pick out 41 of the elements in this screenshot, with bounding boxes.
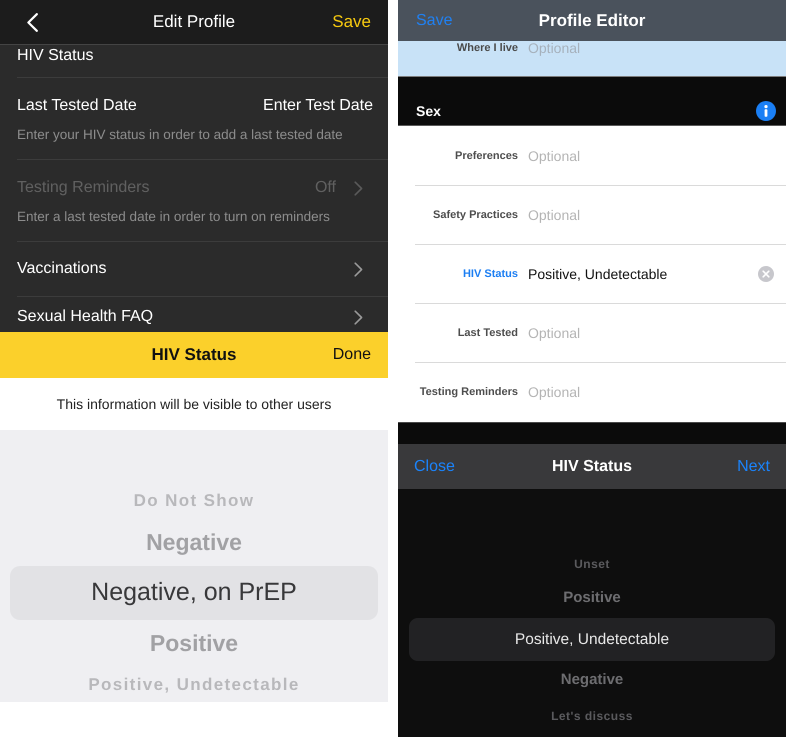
row-label: Sexual Health FAQ: [17, 308, 154, 326]
done-button[interactable]: Done: [332, 343, 371, 367]
sheet-title: HIV Status: [151, 344, 237, 366]
next-button[interactable]: Next: [737, 454, 770, 478]
input-field[interactable]: Positive, Undetectable: [528, 264, 668, 284]
picker-option[interactable]: Unset: [574, 554, 610, 572]
field-label: Where I live: [456, 41, 518, 55]
row-label: HIV Status: [17, 47, 94, 65]
picker-option[interactable]: Negative: [146, 525, 242, 560]
picker-option[interactable]: Positive: [150, 626, 238, 661]
input-field[interactable]: Optional: [528, 382, 580, 402]
notice-text: This information will be visible to other users: [56, 394, 332, 414]
input-field[interactable]: Optional: [528, 41, 580, 55]
save-button[interactable]: Save: [332, 9, 371, 35]
picker-option[interactable]: Let's discuss: [551, 706, 633, 724]
row-value: Enter Test Date: [263, 97, 373, 115]
input-field[interactable]: Optional: [528, 146, 580, 166]
row-description: Enter your HIV status in order to add a last tested date: [17, 126, 343, 143]
picker-option[interactable]: Negative: [560, 669, 624, 692]
field-label: Last Tested: [458, 326, 518, 341]
close-button[interactable]: Close: [414, 454, 455, 478]
picker-option[interactable]: Positive, Undetectable: [409, 618, 775, 661]
input-field[interactable]: Optional: [528, 204, 580, 226]
picker-wheel[interactable]: Unset Positive Positive, Undetectable Negative Let's discuss: [398, 489, 786, 737]
field-label: Testing Reminders: [420, 384, 518, 400]
field-label: Safety Practices: [433, 208, 518, 223]
nav-title: Edit Profile: [152, 11, 236, 34]
row-label: Vaccinations: [17, 260, 107, 278]
section-title: Sex: [416, 102, 441, 120]
field-label: Preferences: [455, 148, 518, 164]
field-label: HIV Status: [462, 266, 518, 282]
info-icon[interactable]: [756, 101, 776, 121]
picker-option[interactable]: Positive: [563, 587, 621, 610]
input-field[interactable]: Optional: [528, 322, 580, 344]
row-label: Last Tested Date: [17, 97, 137, 115]
sheet-title: HIV Status: [552, 456, 632, 476]
back-icon[interactable]: [27, 12, 38, 32]
picker-option[interactable]: Negative, on PrEP: [10, 566, 378, 620]
save-button[interactable]: Save: [416, 8, 452, 32]
row-description: Enter a last tested date in order to turn on reminders: [17, 208, 330, 225]
nav-title: Profile Editor: [538, 10, 646, 32]
